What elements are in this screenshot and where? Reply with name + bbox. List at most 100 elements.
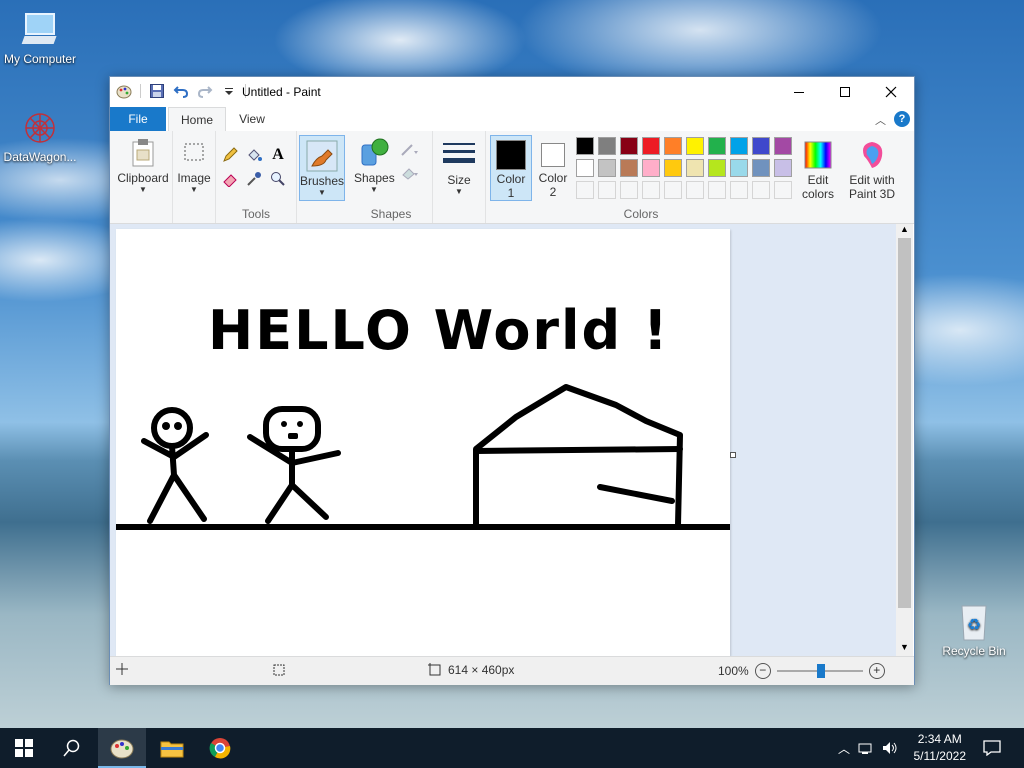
- clipboard-button[interactable]: Clipboard ▼: [116, 137, 170, 194]
- zoom-in-button[interactable]: +: [868, 663, 885, 679]
- vertical-scrollbar[interactable]: ▲ ▼: [896, 224, 913, 656]
- scroll-thumb[interactable]: [898, 238, 911, 608]
- eraser-icon[interactable]: [220, 169, 240, 189]
- drawing-canvas[interactable]: HELLO World !: [113, 229, 733, 656]
- palette-swatch[interactable]: [642, 159, 660, 177]
- color-picker-icon[interactable]: [244, 169, 264, 189]
- pencil-icon[interactable]: [220, 145, 240, 165]
- zoom-slider[interactable]: [776, 664, 863, 678]
- taskbar-chrome[interactable]: [196, 728, 244, 768]
- network-icon: [858, 743, 872, 754]
- custom-color-slot[interactable]: [598, 181, 616, 199]
- custom-color-slot[interactable]: [708, 181, 726, 199]
- text-tool-icon[interactable]: A: [268, 145, 288, 165]
- taskbar-paint[interactable]: [98, 728, 146, 768]
- canvas-text: HELLO World !: [208, 299, 670, 362]
- palette-swatch[interactable]: [730, 137, 748, 155]
- undo-icon[interactable]: [173, 83, 189, 99]
- custom-color-slot[interactable]: [664, 181, 682, 199]
- color-palette: [576, 137, 796, 203]
- palette-swatch[interactable]: [664, 159, 682, 177]
- custom-color-slot[interactable]: [730, 181, 748, 199]
- paint-window: Untitled - Paint File Home View ︿ ? Clip…: [109, 76, 915, 685]
- color2-button[interactable]: Color 2: [534, 135, 572, 199]
- palette-swatch[interactable]: [620, 159, 638, 177]
- palette-swatch[interactable]: [642, 137, 660, 155]
- palette-swatch[interactable]: [774, 137, 792, 155]
- tab-home[interactable]: Home: [168, 107, 226, 132]
- magnifier-icon[interactable]: [268, 169, 288, 189]
- ribbon: Clipboard ▼ Image ▼ A Tools Brushes ▼ Sh…: [110, 131, 914, 224]
- close-button[interactable]: [868, 77, 914, 107]
- search-button[interactable]: [48, 728, 96, 768]
- selection-size-icon: [272, 663, 286, 677]
- palette-swatch[interactable]: [576, 159, 594, 177]
- palette-swatch[interactable]: [708, 137, 726, 155]
- paint-app-icon[interactable]: [116, 83, 132, 99]
- redo-icon: [197, 83, 213, 99]
- custom-color-slot[interactable]: [620, 181, 638, 199]
- color1-button[interactable]: Color 1: [490, 135, 532, 201]
- palette-swatch[interactable]: [686, 137, 704, 155]
- maximize-button[interactable]: [822, 77, 868, 107]
- custom-color-slot[interactable]: [752, 181, 770, 199]
- palette-swatch[interactable]: [620, 137, 638, 155]
- custom-color-slot[interactable]: [686, 181, 704, 199]
- scroll-up-icon[interactable]: ▲: [896, 224, 913, 238]
- clipboard-label: Clipboard: [117, 171, 169, 185]
- chevron-down-icon: ▼: [318, 188, 326, 197]
- chevron-down-icon: ▼: [190, 185, 198, 194]
- zoom-slider-thumb[interactable]: [816, 664, 825, 678]
- tab-view[interactable]: View: [230, 107, 274, 131]
- custom-color-slot[interactable]: [774, 181, 792, 199]
- size-button[interactable]: Size ▼: [439, 139, 479, 196]
- edit-with-paint3d-button[interactable]: Edit with Paint 3D: [844, 139, 900, 201]
- chevron-up-icon[interactable]: ︿: [838, 740, 850, 757]
- save-icon[interactable]: [149, 83, 165, 99]
- palette-swatch[interactable]: [598, 159, 616, 177]
- palette-swatch[interactable]: [708, 159, 726, 177]
- palette-swatch[interactable]: [686, 159, 704, 177]
- status-bar: 614 × 460px 100% − +: [110, 656, 914, 685]
- brushes-button[interactable]: Brushes ▼: [299, 135, 345, 201]
- brushes-label: Brushes: [300, 174, 345, 188]
- palette-swatch[interactable]: [598, 137, 616, 155]
- palette-swatch[interactable]: [752, 137, 770, 155]
- title-bar[interactable]: Untitled - Paint: [110, 77, 914, 107]
- palette-swatch[interactable]: [664, 137, 682, 155]
- edit3d-label-2: Paint 3D: [848, 187, 896, 201]
- resize-handle[interactable]: [730, 452, 736, 458]
- palette-swatch[interactable]: [752, 159, 770, 177]
- notification-icon: [983, 740, 1001, 756]
- zoom-out-button[interactable]: −: [754, 663, 771, 679]
- desktop-icon-my-computer[interactable]: My Computer: [0, 10, 80, 66]
- canvas-size: 614 × 460px: [428, 663, 514, 677]
- color1-number: 1: [507, 186, 515, 200]
- shapes-button[interactable]: Shapes ▼: [354, 137, 395, 194]
- recycle-bin-icon: ♻: [954, 602, 994, 642]
- scroll-down-icon[interactable]: ▼: [896, 642, 913, 656]
- minimize-button[interactable]: [776, 77, 822, 107]
- customize-qat-icon[interactable]: [221, 83, 237, 99]
- clock[interactable]: 2:34 AM 5/11/2022: [914, 731, 967, 765]
- stick-figure-2-face: [281, 421, 303, 439]
- desktop-icon-recycle-bin[interactable]: ♻ Recycle Bin: [934, 602, 1014, 658]
- collapse-ribbon-icon[interactable]: ︿: [875, 112, 886, 128]
- palette-swatch[interactable]: [730, 159, 748, 177]
- palette-swatch[interactable]: [774, 159, 792, 177]
- notifications-button[interactable]: [968, 728, 1016, 768]
- palette-swatch[interactable]: [576, 137, 594, 155]
- help-icon[interactable]: ?: [894, 111, 910, 127]
- taskbar-file-explorer[interactable]: [148, 728, 196, 768]
- fill-bucket-icon[interactable]: [244, 145, 264, 165]
- quick-access-toolbar: [116, 83, 246, 99]
- edit-colors-button[interactable]: Edit colors: [798, 139, 838, 201]
- image-button[interactable]: Image ▼: [175, 137, 213, 194]
- shapes-label: Shapes: [354, 171, 395, 185]
- tab-file[interactable]: File: [110, 107, 166, 131]
- desktop-icon-datawagon[interactable]: DataWagon...: [0, 108, 80, 164]
- custom-color-slot[interactable]: [642, 181, 660, 199]
- maximize-icon: [840, 87, 850, 97]
- start-button[interactable]: [0, 728, 48, 768]
- custom-color-slot[interactable]: [576, 181, 594, 199]
